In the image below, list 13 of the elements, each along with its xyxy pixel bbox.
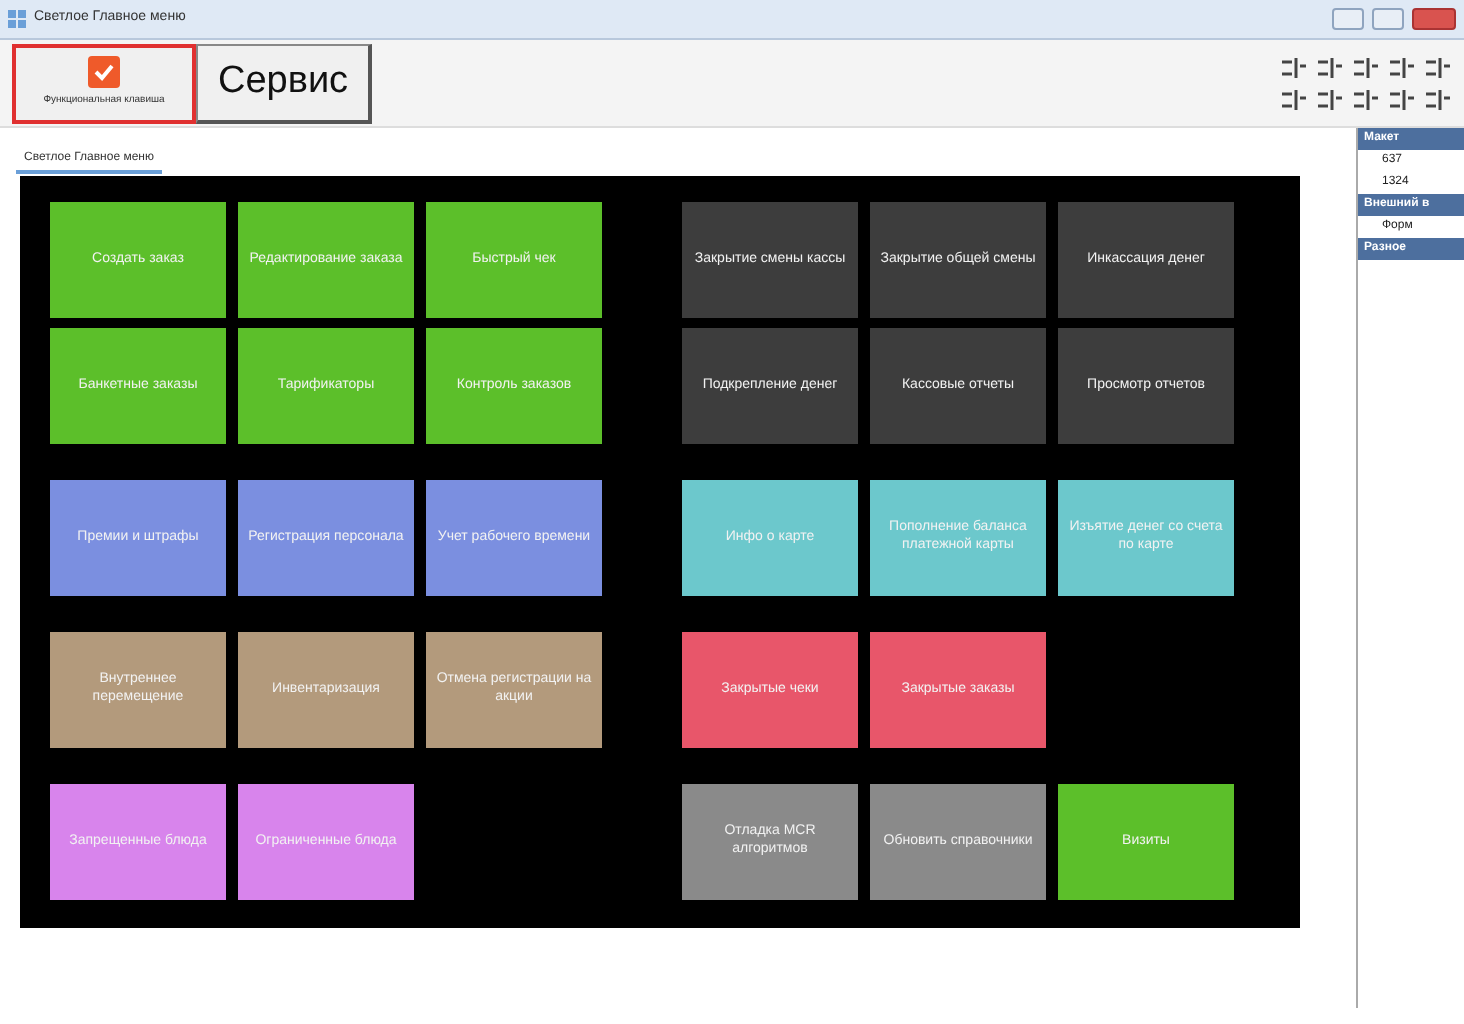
layout-tool-icon[interactable] xyxy=(1388,87,1416,111)
app-icon xyxy=(8,10,26,28)
checkmark-icon xyxy=(88,56,120,89)
layout-tool-icon[interactable] xyxy=(1316,87,1344,111)
layout-tool-icon[interactable] xyxy=(1280,55,1308,79)
layout-tool-icon[interactable] xyxy=(1388,55,1416,79)
layout-tool-icon[interactable] xyxy=(1424,55,1452,79)
service-button[interactable]: Сервис xyxy=(196,43,373,123)
layout-tool-icon[interactable] xyxy=(1352,55,1380,79)
layout-tool-icon[interactable] xyxy=(1424,87,1452,111)
layout-tool-icon[interactable] xyxy=(1280,87,1308,111)
layout-tool-icon[interactable] xyxy=(1352,87,1380,111)
layout-tool-icon[interactable] xyxy=(1316,55,1344,79)
